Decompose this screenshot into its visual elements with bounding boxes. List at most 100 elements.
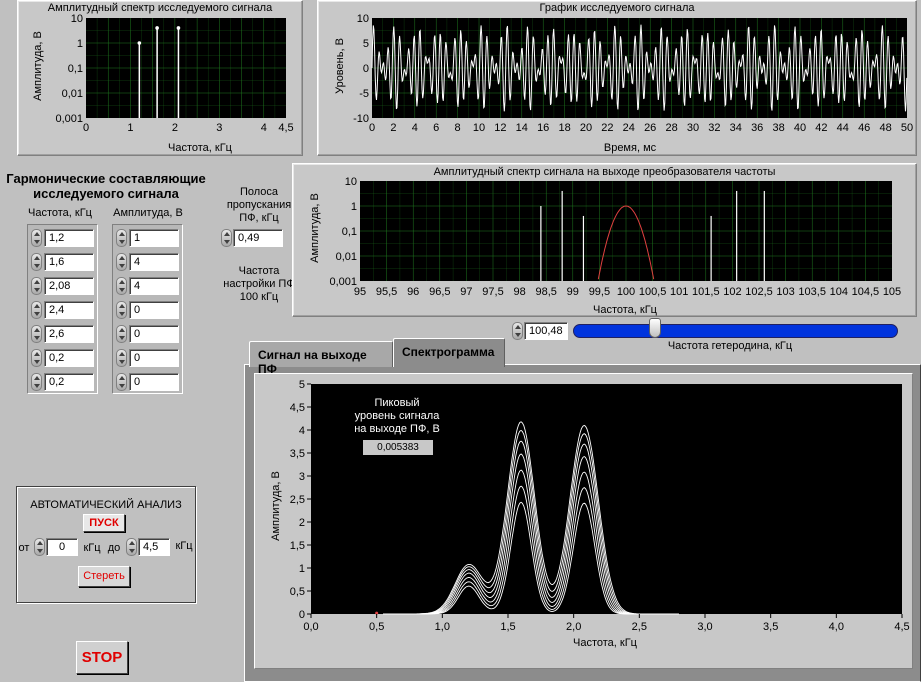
- freq-cell[interactable]: 1,2: [44, 229, 94, 247]
- time-x-tick: 6: [433, 122, 439, 134]
- amp-spinner[interactable]: [116, 301, 127, 319]
- time-x-tick: 12: [494, 122, 506, 134]
- spectrum-xlabel: Частота, кГц: [168, 142, 232, 154]
- freq-cell[interactable]: 2,4: [44, 301, 94, 319]
- converter-y-tick: 1: [351, 201, 357, 213]
- time-x-tick: 30: [687, 122, 699, 134]
- amp-spinner[interactable]: [116, 277, 127, 295]
- spectrum-y-tick: 0,01: [62, 88, 83, 100]
- tab-spectrogram[interactable]: Спектрограмма: [393, 338, 505, 367]
- freq-cell[interactable]: 0,2: [44, 349, 94, 367]
- converter-y-tick: 10: [345, 176, 357, 188]
- time-x-tick: 2: [390, 122, 396, 134]
- heterodyne-field[interactable]: 100,48: [524, 322, 568, 340]
- time-x-tick: 38: [772, 122, 784, 134]
- peak-label-1: Пиковый: [374, 397, 420, 409]
- freq-cell[interactable]: 0,2: [44, 373, 94, 391]
- amp-cell[interactable]: 0: [129, 301, 179, 319]
- spectrogram-x-tick: 4,0: [829, 621, 844, 633]
- amp-cell[interactable]: 4: [129, 253, 179, 271]
- heterodyne-spinner[interactable]: [512, 322, 523, 340]
- time-x-tick: 48: [879, 122, 891, 134]
- amp-spinner[interactable]: [116, 325, 127, 343]
- converter-x-tick: 100,5: [639, 286, 667, 298]
- time-x-tick: 8: [455, 122, 461, 134]
- time-y-tick: -5: [359, 88, 369, 100]
- time-x-tick: 20: [580, 122, 592, 134]
- freq-cell[interactable]: 2,6: [44, 325, 94, 343]
- freq-spinner[interactable]: [31, 349, 42, 367]
- heterodyne-label: Частота гетеродина, кГц: [667, 340, 793, 352]
- amp-cell[interactable]: 0: [129, 349, 179, 367]
- from-field[interactable]: 0: [46, 538, 78, 556]
- spectrogram-x-tick: 2,0: [566, 621, 581, 633]
- from-spinner[interactable]: [34, 538, 45, 556]
- heterodyne-slider-thumb[interactable]: [649, 318, 662, 338]
- time-x-tick: 26: [644, 122, 656, 134]
- peak-value: 0,005383: [363, 440, 433, 455]
- converter-ylabel: Амплитуда, В: [309, 193, 321, 263]
- freq-spinner[interactable]: [31, 229, 42, 247]
- amp-cell[interactable]: 0: [129, 325, 179, 343]
- spectrogram-x-tick: 1,0: [435, 621, 450, 633]
- time-x-tick: 50: [901, 122, 913, 134]
- converter-x-tick: 99,5: [589, 286, 610, 298]
- spectrum-point: [176, 26, 181, 30]
- freq-cell[interactable]: 2,08: [44, 277, 94, 295]
- spectrogram-x-tick: 1,5: [500, 621, 515, 633]
- freq-spinner[interactable]: [31, 373, 42, 391]
- spectrogram-x-tick: 0,0: [303, 621, 318, 633]
- converter-x-tick: 96,5: [429, 286, 450, 298]
- amp-spinner[interactable]: [116, 349, 127, 367]
- heterodyne-slider[interactable]: [573, 324, 898, 338]
- time-y-tick: 10: [357, 13, 369, 25]
- start-button[interactable]: ПУСК: [83, 514, 125, 532]
- peak-label-3: на выходе ПФ, В: [354, 423, 440, 435]
- time-x-tick: 36: [751, 122, 763, 134]
- amp-spinner[interactable]: [116, 229, 127, 247]
- tab-filter-output[interactable]: Сигнал на выходе ПФ: [249, 341, 393, 376]
- freq-cell[interactable]: 1,6: [44, 253, 94, 271]
- time-ylabel: Уровень, В: [334, 38, 346, 94]
- spectrogram-y-tick: 0: [299, 609, 305, 621]
- spectrum-y-tick: 10: [71, 13, 83, 25]
- peak-label-2: уровень сигнала: [354, 410, 440, 422]
- time-x-tick: 46: [858, 122, 870, 134]
- time-x-tick: 14: [516, 122, 528, 134]
- converter-x-tick: 102: [723, 286, 741, 298]
- freq-spinner[interactable]: [31, 325, 42, 343]
- amp-cell[interactable]: 1: [129, 229, 179, 247]
- bandwidth-spinner[interactable]: [221, 229, 232, 247]
- spectrum-x-tick: 1: [127, 122, 133, 134]
- converter-x-tick: 104: [830, 286, 848, 298]
- freq-spinner[interactable]: [31, 277, 42, 295]
- amp-cell[interactable]: 4: [129, 277, 179, 295]
- time-x-tick: 24: [623, 122, 635, 134]
- converter-x-tick: 103,5: [798, 286, 826, 298]
- grid-lines: [360, 181, 892, 281]
- amp-cell[interactable]: 0: [129, 373, 179, 391]
- spectrogram-y-tick: 1,5: [290, 540, 305, 552]
- converter-x-tick: 97: [460, 286, 472, 298]
- stop-button[interactable]: STOP: [76, 641, 128, 674]
- clear-button[interactable]: Стереть: [78, 566, 130, 587]
- converter-x-tick: 103: [776, 286, 794, 298]
- time-x-tick: 4: [412, 122, 418, 134]
- spectrum-point: [155, 26, 159, 30]
- freq-spinner[interactable]: [31, 301, 42, 319]
- to-field[interactable]: 4,5: [138, 538, 170, 556]
- freq-spinner[interactable]: [31, 253, 42, 271]
- spectrum-chart: 0 1 2 3 4 4,5 10 1 0,1 0,01 0,001: [55, 13, 293, 134]
- spectrogram-ylabel: Амплитуда, В: [270, 471, 282, 541]
- amp-spinner[interactable]: [116, 373, 127, 391]
- spectrogram-x-tick: 4,5: [894, 621, 909, 633]
- time-x-tick: 42: [815, 122, 827, 134]
- to-spinner[interactable]: [126, 538, 137, 556]
- spectrum-x-tick: 4: [261, 122, 267, 134]
- bandwidth-field[interactable]: 0,49: [233, 229, 283, 247]
- harmonics-title-2: исследуемого сигнала: [33, 186, 179, 201]
- amp-spinner[interactable]: [116, 253, 127, 271]
- converter-y-tick: 0,01: [336, 251, 357, 263]
- spectrogram-y-tick: 1: [299, 563, 305, 575]
- converter-x-tick: 102,5: [745, 286, 773, 298]
